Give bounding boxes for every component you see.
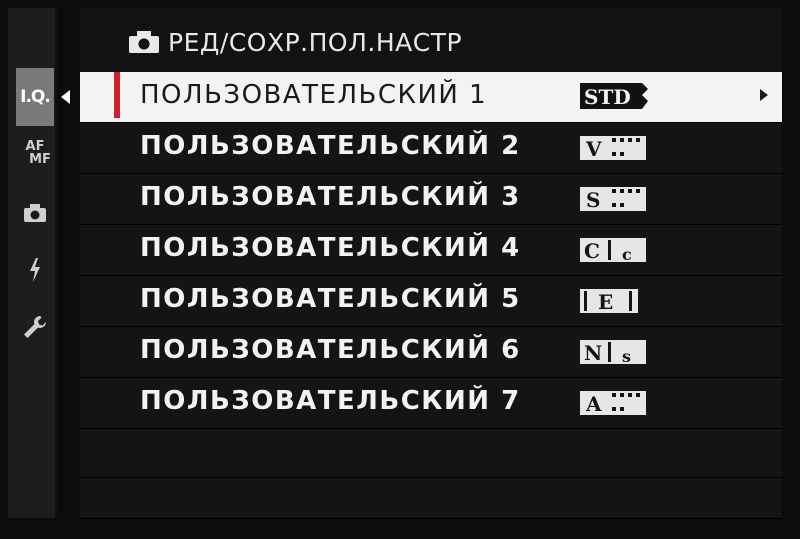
menu-item-label: ПОЛЬЗОВАТЕЛЬСКИЙ 4 [140,233,521,263]
menu-header: РЕД/СОХР.ПОЛ.НАСТР [128,22,462,62]
menu-item-custom-4[interactable]: ПОЛЬЗОВАТЕЛЬСКИЙ 4 C c [80,225,782,276]
svg-text:V: V [585,137,602,161]
tab-shooting[interactable] [16,203,54,227]
film-sim-std-icon: STD [580,83,648,109]
empty-row [80,478,782,519]
svg-text:N: N [584,341,602,365]
menu-item-custom-7[interactable]: ПОЛЬЗОВАТЕЛЬСКИЙ 7 A [80,378,782,429]
tab-flash[interactable] [16,257,54,287]
film-sim-eterna-icon: E [580,289,638,314]
film-sim-classic-chrome-icon: C c [580,238,646,264]
menu-item-custom-5[interactable]: ПОЛЬЗОВАТЕЛЬСКИЙ 5 E [80,276,782,327]
menu-item-label: ПОЛЬЗОВАТЕЛЬСКИЙ 2 [140,131,521,161]
svg-text:STD: STD [584,85,631,109]
tab-mf-label: MF [29,152,51,167]
menu-item-custom-1[interactable]: ПОЛЬЗОВАТЕЛЬСКИЙ 1 STD [80,72,782,123]
menu-item-label: ПОЛЬЗОВАТЕЛЬСКИЙ 1 [140,80,488,110]
film-sim-acros-icon: A [580,391,646,416]
submenu-arrow-icon [760,89,768,101]
menu-item-label: ПОЛЬЗОВАТЕЛЬСКИЙ 7 [140,386,521,416]
wrench-icon [24,316,46,338]
menu-item-custom-3[interactable]: ПОЛЬЗОВАТЕЛЬСКИЙ 3 S [80,174,782,225]
menu-item-custom-2[interactable]: ПОЛЬЗОВАТЕЛЬСКИЙ 2 V [80,123,782,174]
active-tab-caret-icon [61,90,70,104]
flash-icon [30,258,40,282]
svg-text:A: A [585,392,602,416]
empty-row [80,429,782,478]
sidebar-divider [55,8,57,518]
menu-item-label: ПОЛЬЗОВАТЕЛЬСКИЙ 6 [140,335,521,365]
selection-marker [114,72,120,118]
tab-image-quality-label: I.Q. [20,87,51,107]
menu-item-custom-6[interactable]: ПОЛЬЗОВАТЕЛЬСКИЙ 6 N s [80,327,782,378]
svg-text:s: s [622,347,631,366]
svg-text:E: E [598,290,613,314]
svg-text:C: C [584,239,600,263]
film-sim-nostalgic-icon: N s [580,340,646,366]
menu-item-label: ПОЛЬЗОВАТЕЛЬСКИЙ 3 [140,182,521,212]
camera-icon [24,204,46,222]
camera-menu-screen: I.Q. AF MF РЕД/СОХР.ПОЛ.НАСТР ПОЛЬЗОВАТЕ… [0,0,800,539]
menu-item-label: ПОЛЬЗОВАТЕЛЬСКИЙ 5 [140,284,521,314]
page-title: РЕД/СОХР.ПОЛ.НАСТР [168,27,463,57]
film-sim-velvia-icon: V [580,136,646,161]
tab-image-quality[interactable]: I.Q. [16,68,54,126]
svg-text:S: S [586,188,600,212]
svg-text:c: c [622,245,632,264]
tab-setup[interactable] [16,314,54,344]
film-sim-astia-icon: S [580,187,646,212]
camera-icon [129,31,159,53]
tab-af-mf[interactable]: AF MF [16,140,54,166]
